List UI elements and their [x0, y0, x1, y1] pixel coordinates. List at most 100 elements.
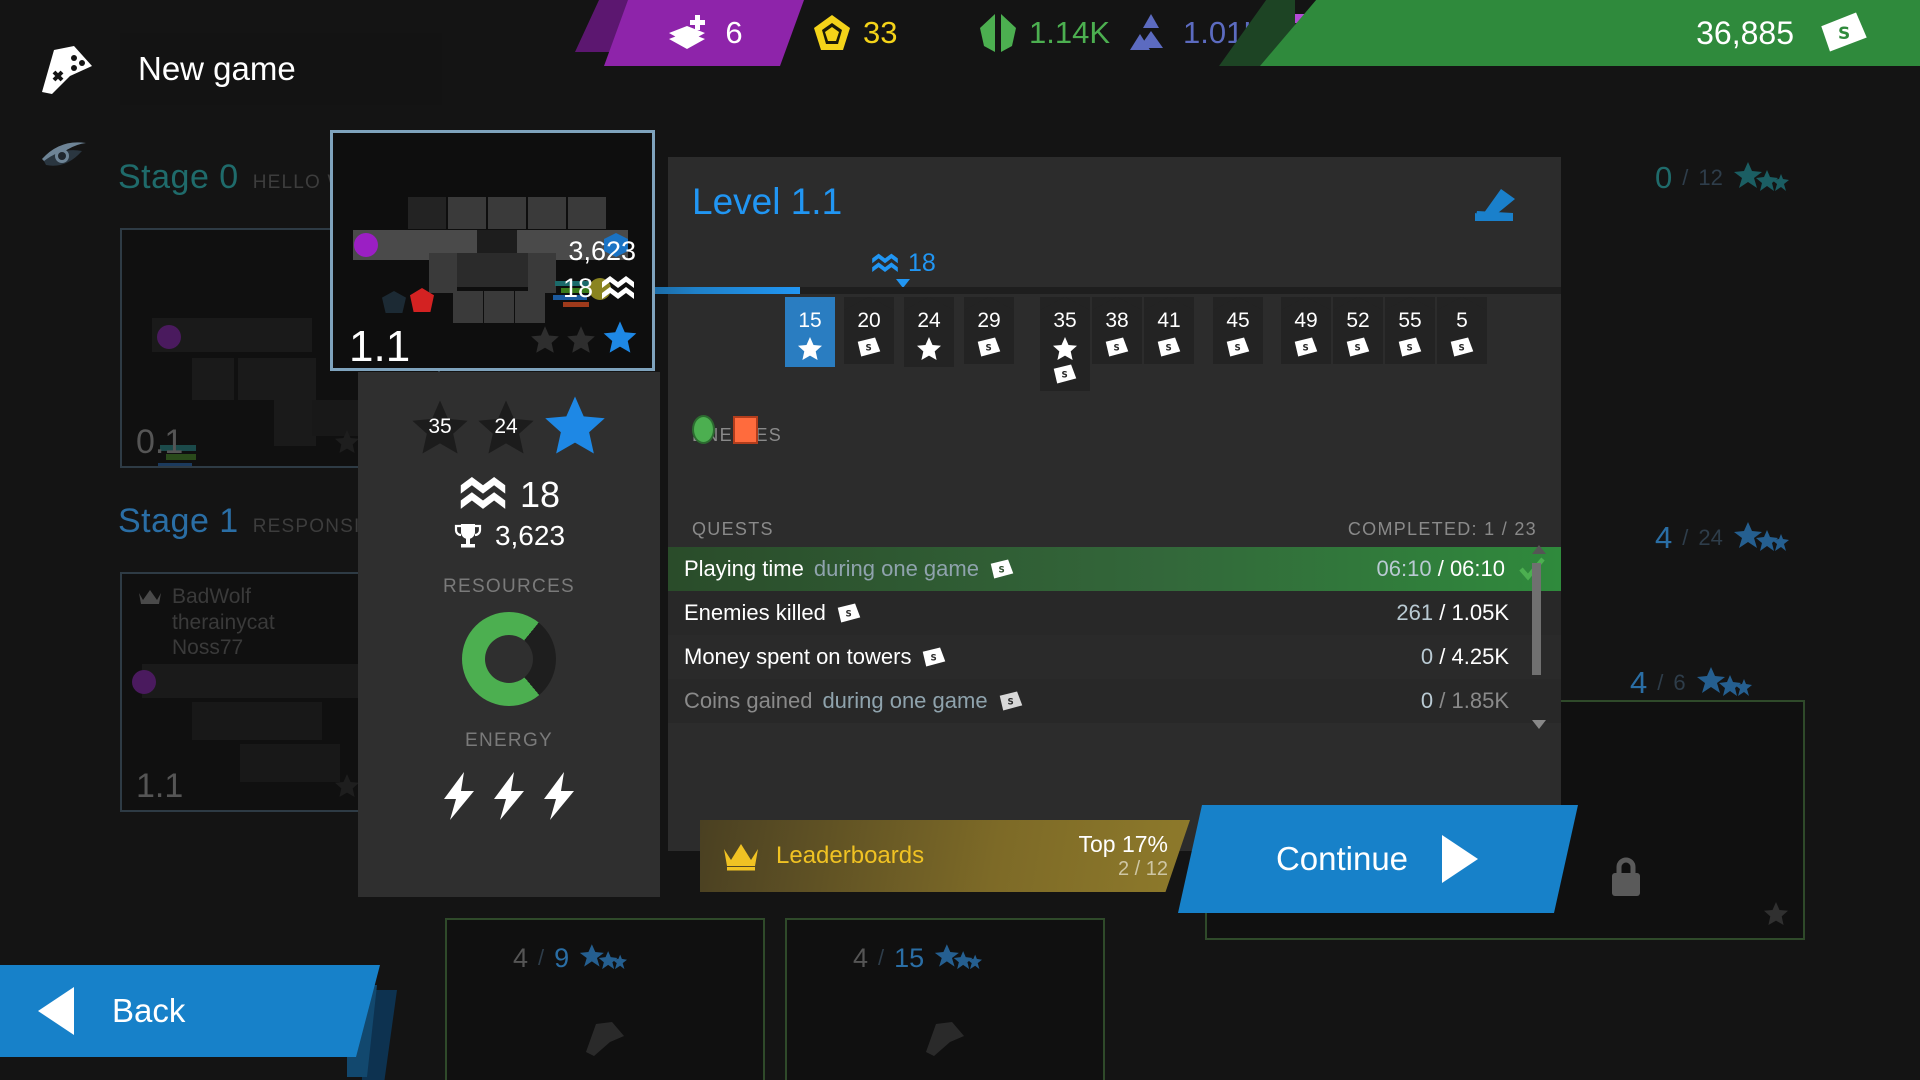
quest-name-group: Money spent on towers S	[684, 644, 1421, 670]
milestone-value: 29	[977, 309, 1001, 332]
quest-row[interactable]: Money spent on towers S 0 / 4.25K	[668, 635, 1561, 679]
milestone-rewards: S	[1397, 336, 1423, 364]
energy-label: ENERGY	[464, 730, 554, 751]
svg-text:S: S	[931, 653, 937, 663]
svg-text:S: S	[1235, 343, 1241, 353]
quest-name: Money spent on towers	[684, 644, 912, 669]
quest-row[interactable]: Playing time during one game S 06:10 / 0…	[668, 547, 1561, 591]
milestone-tile-49[interactable]: 49 S	[1281, 297, 1331, 364]
current-wave-marker: 18	[870, 249, 936, 278]
enemy-type-list	[692, 415, 758, 444]
resources-donut	[462, 612, 556, 706]
milestone-tiles: 15 20 S 24 29 S 35 S 38 S 41 S 45 S 49 S…	[668, 297, 1561, 407]
stage-title-1: Stage 1 RESPONSIBI	[118, 502, 381, 541]
lb-name-0: BadWolf	[172, 585, 251, 608]
back-button[interactable]: Back	[0, 965, 380, 1057]
level-detail-panel: Level 1.1 18 15 20 S 24 29 S 35 S 38 S 4…	[568, 157, 1561, 851]
milestone-rewards: S	[1293, 336, 1319, 364]
milestone-tile-52[interactable]: 52 S	[1333, 297, 1383, 364]
trophy-value: 3,623	[494, 520, 566, 551]
star-cluster-icon	[935, 944, 983, 970]
money-icon: S	[1294, 337, 1318, 357]
quest-progress: 0 / 1.85K	[1420, 688, 1509, 713]
milestone-rewards: S	[1225, 336, 1251, 364]
quest-name: Playing time	[684, 556, 804, 581]
svg-text:S: S	[1459, 343, 1465, 353]
milestone-tile-35[interactable]: 35 S	[1040, 297, 1090, 391]
pentagon-gem-icon	[814, 15, 850, 50]
milestone-tile-24[interactable]: 24	[904, 297, 954, 367]
enemy-chip-circle[interactable]	[692, 415, 715, 444]
back-label: Back	[112, 992, 186, 1029]
milestone-rewards: S	[1052, 336, 1078, 391]
milestone-tile-29[interactable]: 29 S	[964, 297, 1014, 364]
stage-0-stars-current: 0	[1655, 160, 1673, 195]
milestone-tile-45[interactable]: 45 S	[1213, 297, 1263, 364]
lightning-bolt-icon	[494, 772, 524, 820]
quest-scrollbar[interactable]	[1532, 545, 1546, 729]
milestone-tile-55[interactable]: 55 S	[1385, 297, 1435, 364]
svg-text:S: S	[1007, 697, 1013, 707]
crown-icon	[724, 844, 758, 871]
milestone-value: 5	[1456, 309, 1468, 332]
scroll-down-arrow[interactable]	[1532, 720, 1546, 729]
money-icon: S	[1105, 337, 1129, 357]
milestone-tile-41[interactable]: 41 S	[1144, 297, 1194, 364]
svg-text:S: S	[1407, 343, 1413, 353]
milestone-value: 15	[798, 309, 822, 332]
gems-resource[interactable]: 33	[812, 0, 897, 66]
level-card-1-8[interactable]: 4 / 15 1.8	[785, 918, 1105, 1080]
level-card-label: 1.1	[136, 767, 184, 805]
lb-name-1: therainycat	[172, 610, 275, 634]
money-icon: S	[837, 603, 861, 623]
money-icon: S	[923, 647, 946, 667]
level-stats-panel: 35 24 18 3,623 RESOURCES ENERGY	[358, 372, 660, 897]
svg-text:S: S	[999, 565, 1005, 575]
quest-row[interactable]: Coins gained during one game S 0 / 1.85K	[668, 679, 1561, 723]
cards-resource-panel[interactable]: 6	[604, 0, 804, 66]
scroll-up-arrow[interactable]	[1532, 545, 1546, 554]
quests-completed-label: COMPLETED: 1 / 23	[1347, 519, 1537, 539]
trophy-icon	[454, 524, 482, 548]
quest-row[interactable]: Enemies killed S 261 / 1.05K	[668, 591, 1561, 635]
leaderboards-rank: 2 / 12	[1117, 857, 1168, 880]
level-card-1-7[interactable]: 4 / 9 1.7	[445, 918, 765, 1080]
scroll-thumb[interactable]	[1532, 563, 1541, 675]
money-icon: S	[990, 559, 1014, 579]
edit-pencil-icon[interactable]	[1471, 187, 1519, 223]
star-icon	[917, 337, 941, 360]
enemy-chip-square[interactable]	[733, 415, 758, 444]
milestone-tile-20[interactable]: 20 S	[844, 297, 894, 364]
svg-text:S: S	[866, 343, 872, 353]
milestone-tile-38[interactable]: 38 S	[1092, 297, 1142, 364]
stage-0-star-count: 0 / 12	[1655, 160, 1789, 196]
selected-level-preview[interactable]: 3,623 18 1.1	[330, 130, 655, 371]
leaderboards-rank-group: Top 17% 2 / 12	[1078, 831, 1168, 880]
card-1-7-star-count: 4 / 9	[513, 942, 628, 974]
milestone-rewards: S	[1104, 336, 1130, 364]
preview-stars	[530, 320, 638, 354]
quest-progress: 0 / 4.25K	[1420, 644, 1509, 669]
milestone-tile-15[interactable]: 15	[785, 297, 835, 367]
res-green[interactable]: 1.14K	[978, 0, 1110, 66]
stage-1-star-count: 4 / 24	[1655, 520, 1789, 556]
eye-icon[interactable]	[38, 135, 90, 175]
wave-stat: 18	[358, 474, 660, 516]
milestone-tile-partial[interactable]: 5 S	[1437, 297, 1487, 364]
cards-value: 6	[725, 15, 743, 50]
preview-wave: 18	[563, 273, 636, 304]
star-cluster-icon	[1696, 667, 1752, 696]
continue-button[interactable]: Continue	[1178, 805, 1578, 913]
quest-suffix: during one game	[822, 688, 988, 713]
money-panel[interactable]: 36,885 S	[1260, 0, 1920, 66]
milestone-value: 20	[857, 309, 881, 332]
stage-1-number: Stage 1	[118, 502, 239, 540]
current-wave-value: 18	[908, 249, 936, 277]
stage-1-stars-total: 24	[1698, 525, 1723, 550]
preview-level-label: 1.1	[349, 322, 411, 371]
extra-stars-current: 4	[1630, 665, 1648, 700]
leaderboards-bar[interactable]: Leaderboards Top 17% 2 / 12	[700, 820, 1190, 892]
card-1-8-stars: 4	[853, 942, 869, 973]
stage-1-stars-current: 4	[1655, 520, 1673, 555]
back-triangle-icon	[38, 987, 74, 1035]
